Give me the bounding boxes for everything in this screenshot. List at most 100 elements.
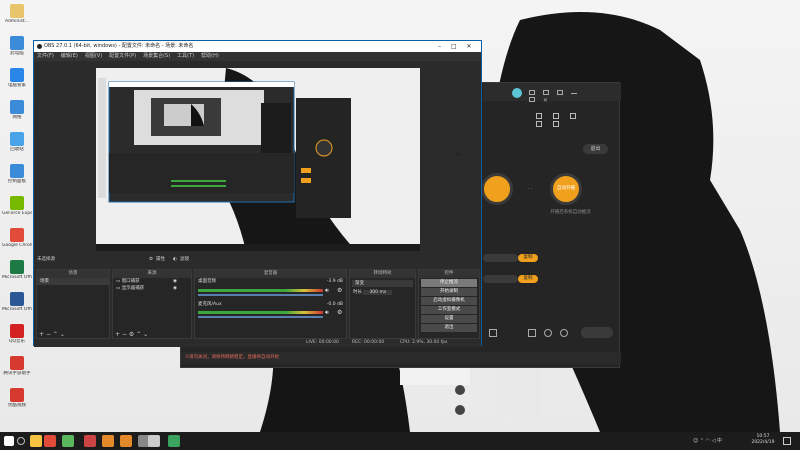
volume-icon[interactable]: ◁ (712, 438, 716, 444)
skin-icon[interactable] (529, 90, 535, 95)
menu-icon[interactable] (556, 90, 563, 95)
minimize-icon[interactable] (570, 93, 577, 94)
lock-icon[interactable] (552, 113, 559, 119)
record-icon[interactable] (569, 113, 576, 119)
notification-icon[interactable] (783, 437, 791, 445)
maximize-icon[interactable]: □ (451, 43, 457, 50)
share-icon[interactable] (552, 121, 559, 127)
filters-button[interactable]: 滤镜 (180, 255, 189, 265)
close-icon[interactable]: ✕ (543, 97, 548, 104)
speaker-icon[interactable]: 🔊︎ (325, 309, 329, 317)
close-icon[interactable]: ✕ (467, 43, 472, 50)
desktop-shortcut-label: GeForce Experience (2, 211, 32, 216)
start-icon[interactable] (4, 436, 14, 446)
add-icon[interactable]: + (39, 331, 44, 338)
desktop-shortcut[interactable]: Microsoft Office Exc... (2, 260, 32, 280)
desktop-shortcut[interactable]: 控制面板 (2, 164, 32, 184)
filter-icon[interactable]: ◐ (173, 255, 177, 265)
volume-slider[interactable] (198, 294, 323, 296)
menu-item[interactable]: 帮助(H) (201, 53, 219, 59)
app-green-icon[interactable] (62, 435, 74, 447)
excel-icon (10, 260, 24, 274)
control-button[interactable]: 开始录制 (421, 288, 477, 296)
stream-key-input[interactable] (483, 275, 518, 283)
down-icon[interactable]: ⌄ (143, 331, 148, 338)
obs-window[interactable]: OBS 27.0.1 (64-bit, windows) - 配置文件: 未命名… (33, 40, 482, 347)
copy-key-button[interactable]: 复制 (518, 275, 538, 283)
menu-item[interactable]: 配置文件(P) (109, 53, 136, 59)
gear-icon[interactable]: ⚙ (337, 287, 342, 294)
menu-item[interactable]: 工具(T) (177, 53, 194, 59)
control-button[interactable]: 工作室模式 (421, 306, 477, 314)
start-live-button[interactable] (581, 327, 613, 338)
remove-icon[interactable]: − (46, 331, 51, 338)
duration-input[interactable]: 300 ms (363, 290, 393, 295)
source-item[interactable]: ▭ 窗口捕获 ◉ (113, 278, 191, 285)
desktop-shortcut[interactable]: GeForce Experience (2, 196, 32, 216)
maximize-icon[interactable] (529, 97, 535, 102)
green-app-icon[interactable] (168, 435, 180, 447)
volume-slider[interactable] (198, 316, 323, 318)
menu-item[interactable]: 编辑(E) (61, 53, 78, 59)
copy-url-button[interactable]: 复制 (518, 254, 538, 262)
properties-button[interactable]: 属性 (156, 255, 165, 265)
avatar-taskbar-icon[interactable] (84, 435, 96, 447)
down-icon[interactable]: ⌄ (60, 331, 65, 338)
control-button[interactable]: 停止推流 (421, 279, 477, 287)
desktop-shortcut[interactable]: Administ... (2, 4, 32, 24)
orange-app-icon[interactable] (102, 435, 114, 447)
auto-start-circle[interactable]: 自动开播 (550, 173, 582, 205)
menu-item[interactable]: 视图(V) (85, 53, 102, 59)
gear-icon[interactable]: ⚙ (337, 309, 342, 316)
up-icon[interactable]: ⌃ (136, 331, 141, 338)
bell-icon[interactable] (536, 121, 542, 127)
input-method-icon[interactable]: 中 (717, 438, 722, 444)
control-button[interactable]: 设置 (421, 315, 477, 323)
desktop-shortcut[interactable]: 回收站 (2, 132, 32, 152)
gift-icon[interactable] (536, 113, 542, 119)
desktop-shortcut[interactable]: 此电脑 (2, 36, 32, 56)
exit-button[interactable]: 退出 (583, 144, 608, 154)
obs-taskbar-icon[interactable] (148, 435, 160, 447)
manual-start-circle[interactable] (481, 173, 513, 205)
menu-item[interactable]: 场景集合(S) (143, 53, 170, 59)
eye-icon[interactable]: ◉ (173, 285, 177, 292)
people-icon[interactable]: ☺ (693, 438, 698, 444)
eye-icon[interactable]: ◉ (173, 278, 177, 285)
desktop-shortcut[interactable]: 腾讯手游助手 (2, 356, 32, 376)
minimize-icon[interactable]: – (438, 43, 441, 50)
speaker-icon[interactable] (489, 329, 497, 337)
desktop-shortcut[interactable]: 优酷视频 (2, 388, 32, 408)
desktop-shortcut[interactable]: 网络 (2, 100, 32, 120)
control-button[interactable]: 退出 (421, 324, 477, 332)
gear-icon[interactable]: ⚙ (149, 255, 153, 265)
chevron-up-icon[interactable]: ⌃ (700, 438, 704, 444)
message-icon[interactable] (542, 90, 549, 95)
settings-icon[interactable] (560, 329, 568, 337)
camera-icon[interactable] (528, 329, 536, 337)
avatar[interactable] (512, 88, 522, 98)
speaker-icon[interactable]: 🔊︎ (325, 287, 329, 295)
desktop-shortcut[interactable]: QQ音乐 (2, 324, 32, 344)
desktop-shortcut[interactable]: 电脑管家 (2, 68, 32, 88)
obs-preview-canvas[interactable] (96, 68, 420, 251)
source-item[interactable]: ▭ 显示器捕获 ◉ (113, 285, 191, 292)
control-button[interactable]: 启动虚拟摄像机 (421, 297, 477, 305)
add-icon[interactable]: + (115, 331, 120, 338)
desktop-shortcut[interactable]: Microsoft Office Wo... (2, 292, 32, 312)
transition-select[interactable]: 渐变 (352, 280, 413, 287)
up-icon[interactable]: ⌃ (53, 331, 58, 338)
remove-icon[interactable]: − (122, 331, 127, 338)
stream-url-input[interactable] (483, 254, 518, 262)
gear-icon[interactable]: ⚙ (129, 331, 134, 338)
menu-item[interactable]: 文件(F) (37, 53, 54, 59)
wifi-icon[interactable]: ◠ (706, 438, 710, 444)
orange-app2-icon[interactable] (120, 435, 132, 447)
mic-icon[interactable] (544, 329, 552, 337)
explorer-icon[interactable] (30, 435, 42, 447)
scene-item[interactable]: 场景 (37, 278, 109, 285)
clock[interactable]: 10:57 2022/4/19 (748, 434, 778, 446)
chrome-taskbar-icon[interactable] (44, 435, 56, 447)
search-icon[interactable] (17, 437, 25, 445)
desktop-shortcut[interactable]: Google Chrome (2, 228, 32, 248)
